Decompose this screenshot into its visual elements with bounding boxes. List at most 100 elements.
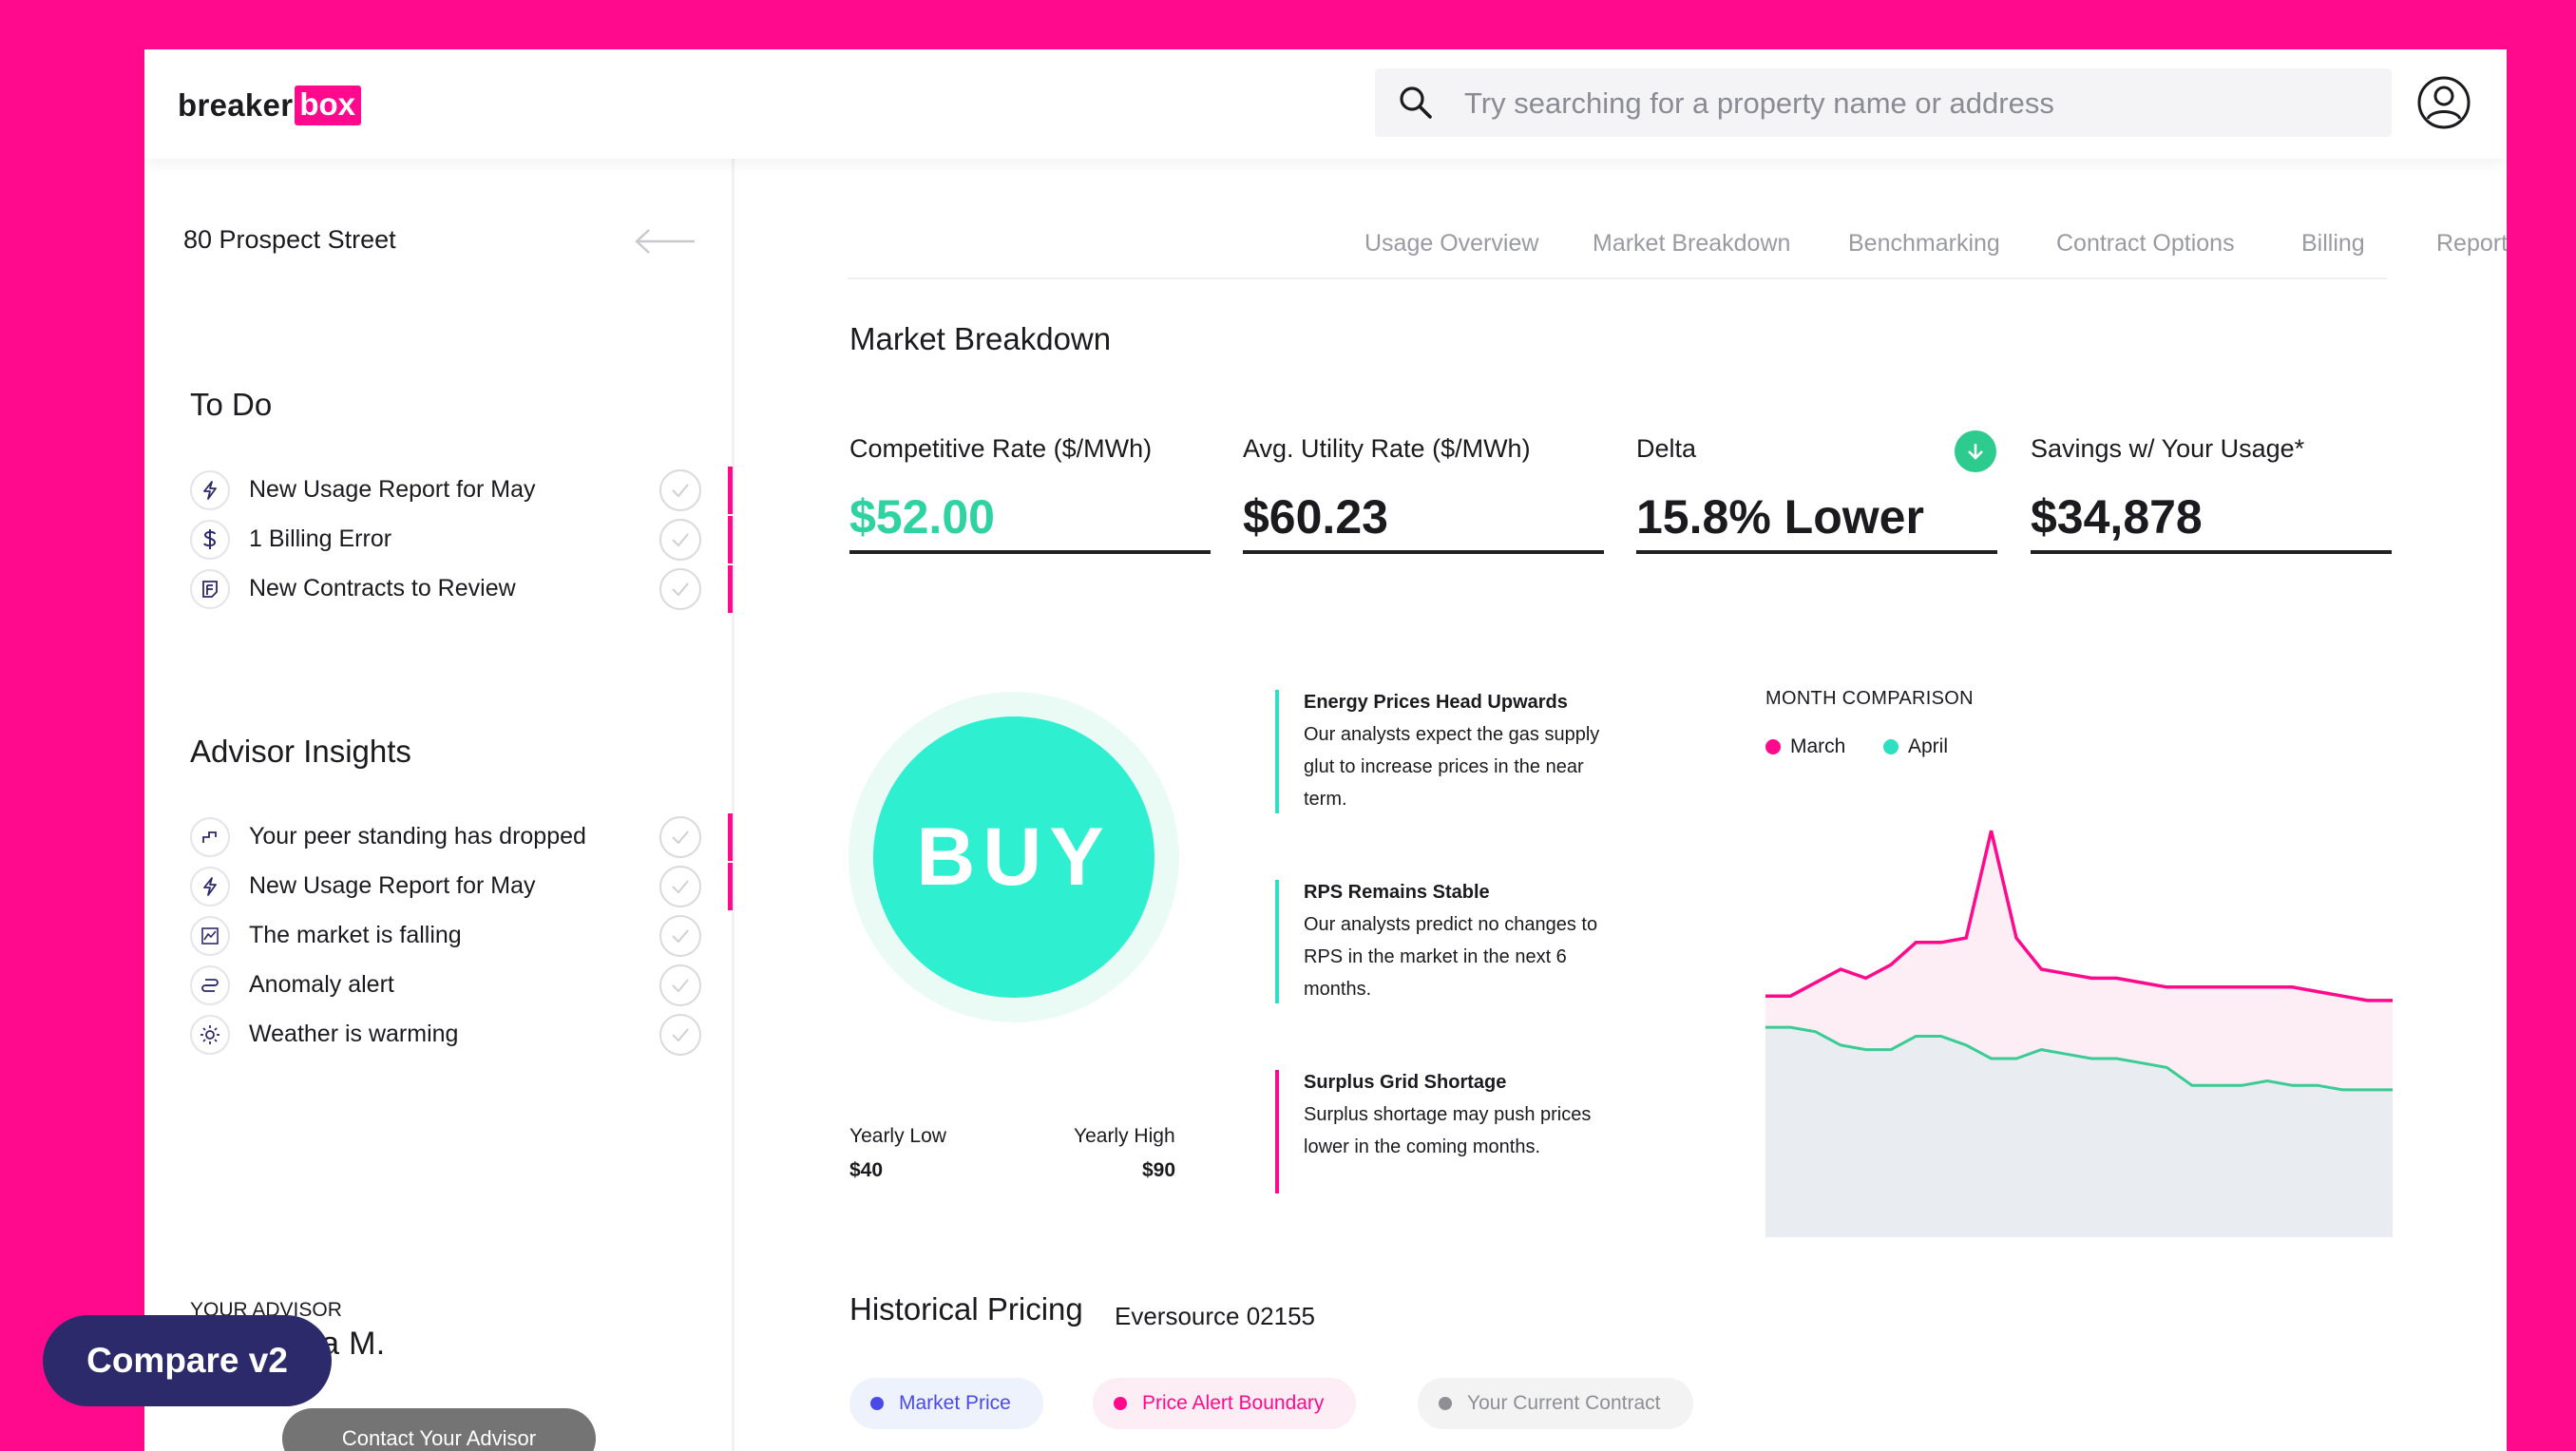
todo-item-label: New Contracts to Review: [249, 575, 516, 601]
logo[interactable]: breaker box: [178, 84, 362, 127]
check-circle-icon[interactable]: [659, 469, 701, 511]
arrow-down-icon: [1955, 430, 1996, 472]
insight-title: Energy Prices Head Upwards: [1304, 692, 1568, 713]
sidebar: 80 Prospect Street To Do New Usage Repor…: [144, 159, 735, 1451]
yearly-high-value: $90: [1142, 1159, 1176, 1181]
tab-market-breakdown[interactable]: Market Breakdown: [1593, 230, 1790, 258]
logo-text-breaker: breaker: [178, 87, 294, 123]
tab-billing[interactable]: Billing: [2301, 230, 2365, 258]
insight-item-label: Weather is warming: [249, 1021, 459, 1047]
search-bar: [1375, 68, 2392, 139]
insight-accent-bar: [1275, 1070, 1279, 1193]
app-window: breaker box 80 Prospect Street To Do: [144, 49, 2507, 1451]
chart-title: MONTH COMPARISON: [1765, 688, 1974, 709]
metric-value: $52.00: [849, 490, 995, 544]
check-circle-icon[interactable]: [659, 568, 701, 610]
pill-dot: [870, 1397, 884, 1410]
steps-icon: [190, 817, 230, 857]
contact-advisor-button[interactable]: Contact Your Advisor: [282, 1408, 596, 1451]
user-account-icon[interactable]: [2415, 74, 2472, 131]
todo-item-label: 1 Billing Error: [249, 525, 392, 552]
metric-label: Competitive Rate ($/MWh): [849, 434, 1153, 463]
todo-item-label: New Usage Report for May: [249, 476, 536, 503]
check-circle-icon[interactable]: [659, 816, 701, 858]
insight-body: Our analysts expect the gas supply glut …: [1304, 724, 1600, 810]
insight-item-label: Anomaly alert: [249, 971, 394, 998]
legend-label: March: [1790, 735, 1846, 757]
tab-reports[interactable]: Reports: [2436, 230, 2507, 258]
insight-title: RPS Remains Stable: [1304, 882, 1490, 903]
legend-swatch: [1883, 739, 1899, 754]
historical-pricing-title: Historical Pricing: [849, 1291, 1083, 1327]
check-circle-icon[interactable]: [659, 915, 701, 957]
metric-competitive-rate: Competitive Rate ($/MWh) $52.00: [849, 434, 1211, 554]
insight-body: Surplus shortage may push prices lower i…: [1304, 1104, 1592, 1157]
compare-v2-badge[interactable]: Compare v2: [43, 1315, 332, 1406]
todo-item-contracts[interactable]: New Contracts to Review: [190, 563, 733, 617]
insight-item-peer-standing[interactable]: Your peer standing has dropped: [190, 811, 733, 865]
pill-dot: [1439, 1397, 1452, 1410]
pill-dot: [1114, 1397, 1127, 1410]
check-circle-icon[interactable]: [659, 964, 701, 1006]
insight-item-usage-report[interactable]: New Usage Report for May: [190, 861, 733, 914]
anomaly-icon: [190, 965, 230, 1005]
insight-item-label: The market is falling: [249, 922, 462, 948]
filter-market-price[interactable]: Market Price: [849, 1378, 1043, 1429]
insight-rps-stable: RPS Remains Stable Our analysts predict …: [1275, 880, 1617, 1003]
metric-label: Delta: [1636, 434, 1697, 463]
check-circle-icon[interactable]: [659, 1014, 701, 1056]
insight-item-weather[interactable]: Weather is warming: [190, 1009, 732, 1062]
filter-price-alert[interactable]: Price Alert Boundary: [1093, 1378, 1357, 1429]
yearly-high-label: Yearly High: [1074, 1125, 1175, 1147]
legend-item-april: April: [1883, 735, 1948, 758]
tab-benchmarking[interactable]: Benchmarking: [1848, 230, 2000, 258]
lightning-icon: [190, 470, 230, 510]
metric-label: Savings w/ Your Usage*: [2031, 434, 2305, 463]
property-name: 80 Prospect Street: [183, 225, 396, 254]
priority-flag: [728, 863, 733, 910]
insight-energy-prices: Energy Prices Head Upwards Our analysts …: [1275, 690, 1617, 813]
pill-label: Your Current Contract: [1467, 1392, 1661, 1414]
legend-item-march: March: [1765, 735, 1845, 758]
metric-utility-rate: Avg. Utility Rate ($/MWh) $60.23: [1243, 434, 1604, 554]
historical-pricing-subtitle: Eversource 02155: [1115, 1302, 1316, 1330]
tab-contract-options[interactable]: Contract Options: [2056, 230, 2235, 258]
insight-item-anomaly[interactable]: Anomaly alert: [190, 960, 732, 1013]
sun-icon: [190, 1015, 230, 1055]
metric-delta: Delta 15.8% Lower: [1636, 430, 1997, 554]
priority-flag: [728, 467, 733, 514]
check-circle-icon[interactable]: [659, 519, 701, 561]
insight-surplus-grid: Surplus Grid Shortage Surplus shortage m…: [1275, 1070, 1617, 1193]
todo-item-billing-error[interactable]: 1 Billing Error: [190, 514, 733, 567]
metric-value: $34,878: [2031, 490, 2203, 544]
pill-label: Price Alert Boundary: [1142, 1392, 1325, 1414]
search-input[interactable]: [1462, 68, 2369, 139]
metric-savings: Savings w/ Your Usage* $34,878: [2031, 434, 2392, 554]
top-header: breaker box: [144, 49, 2507, 159]
page-title: Market Breakdown: [849, 321, 1112, 356]
check-circle-icon[interactable]: [659, 866, 701, 907]
month-comparison-chart: [1765, 830, 2393, 1237]
legend-swatch: [1765, 739, 1781, 754]
todo-title: To Do: [190, 387, 273, 422]
insight-item-market-falling[interactable]: The market is falling: [190, 910, 732, 964]
trend-chart-icon: [190, 916, 230, 956]
buy-button[interactable]: BUY: [873, 716, 1154, 998]
advisor-insights-title: Advisor Insights: [190, 734, 411, 769]
metric-value: 15.8% Lower: [1636, 490, 1924, 544]
logo-text-box: box: [295, 86, 362, 125]
priority-flag: [728, 516, 733, 563]
back-arrow-icon[interactable]: [634, 227, 696, 256]
dollar-icon: [190, 520, 230, 560]
legend-label: April: [1908, 735, 1949, 757]
insight-item-label: Your peer standing has dropped: [249, 823, 586, 850]
priority-flag: [728, 565, 733, 613]
insight-accent-bar: [1275, 690, 1279, 813]
march-line: [1765, 830, 2393, 1002]
todo-item-usage-report[interactable]: New Usage Report for May: [190, 465, 733, 518]
insight-item-label: New Usage Report for May: [249, 872, 536, 899]
priority-flag: [728, 813, 733, 861]
filter-current-contract[interactable]: Your Current Contract: [1418, 1378, 1693, 1429]
metric-label: Avg. Utility Rate ($/MWh): [1243, 434, 1531, 463]
tab-usage-overview[interactable]: Usage Overview: [1364, 230, 1538, 258]
